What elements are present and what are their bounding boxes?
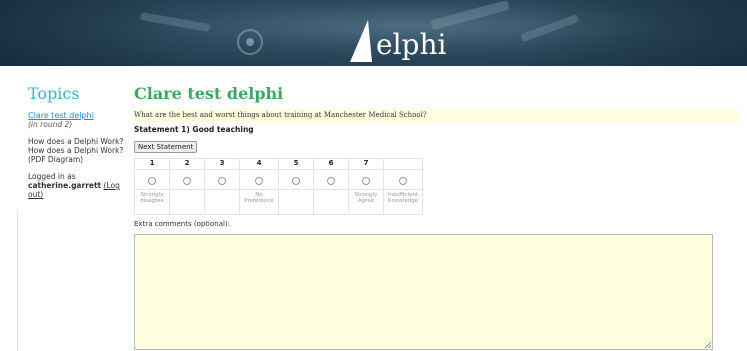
rating-radio-7[interactable]	[362, 177, 370, 185]
scale-label: No Preference	[239, 189, 279, 215]
sidebar-divider	[17, 210, 18, 351]
rating-scale: 1 2 3 4 5 6 7 Strongly disagree No Prefe…	[134, 158, 423, 215]
sidebar-item-round-note: (in round 2)	[28, 120, 73, 129]
scale-number: 1	[134, 158, 170, 170]
sidebar-item-how-delphi-works[interactable]: How does a Delphi Work?	[28, 137, 128, 146]
extra-comments-textarea[interactable]	[134, 234, 713, 350]
scale-number: 7	[348, 158, 384, 170]
rating-radio-3[interactable]	[218, 177, 226, 185]
scale-number: 3	[204, 158, 240, 170]
question-text: What are the best and worst things about…	[134, 109, 739, 122]
logo-text: elphi	[376, 28, 447, 61]
scale-label	[278, 189, 314, 215]
rating-radio-6[interactable]	[327, 177, 335, 185]
rating-radio-2[interactable]	[183, 177, 191, 185]
login-status: Logged in as catherine.garrett (Log out)	[28, 172, 128, 199]
sidebar-item-how-delphi-works-pdf[interactable]: How does a Delphi Work? (PDF Diagram)	[28, 146, 128, 164]
statement-heading: Statement 1) Good teaching	[134, 125, 254, 134]
scale-label: Insufficient Knowledge	[383, 189, 423, 215]
page-title: Clare test delphi	[134, 84, 284, 103]
login-username: catherine.garrett	[28, 181, 102, 190]
next-statement-button[interactable]: Next Statement	[134, 141, 198, 153]
scale-number: 6	[313, 158, 349, 170]
sidebar: Topics Clare test delphi (in round 2) Ho…	[28, 84, 128, 199]
scale-label: Strongly disagree	[134, 189, 170, 215]
scale-label	[313, 189, 349, 215]
scale-number: 4	[239, 158, 279, 170]
header-banner: elphi	[0, 0, 747, 66]
scale-label	[169, 189, 205, 215]
sidebar-item-clare-test-delphi[interactable]: Clare test delphi	[28, 111, 128, 120]
scale-number: 2	[169, 158, 205, 170]
extra-comments-label: Extra comments (optional):	[134, 220, 231, 228]
banner-graphic	[140, 0, 579, 62]
delta-logo-icon	[350, 20, 372, 62]
scale-number	[383, 158, 423, 170]
rating-radio-5[interactable]	[292, 177, 300, 185]
login-prefix: Logged in as	[28, 172, 76, 181]
rating-radio-1[interactable]	[148, 177, 156, 185]
sidebar-title: Topics	[28, 84, 80, 103]
scale-label	[204, 189, 240, 215]
main-content: Clare test delphi What are the best and …	[134, 84, 739, 350]
rating-radio-4[interactable]	[255, 177, 263, 185]
scale-label: Strongly Agree	[348, 189, 384, 215]
rating-radio-insufficient-knowledge[interactable]	[399, 177, 407, 185]
scale-number: 5	[278, 158, 314, 170]
resize-grip-icon[interactable]	[705, 342, 711, 348]
